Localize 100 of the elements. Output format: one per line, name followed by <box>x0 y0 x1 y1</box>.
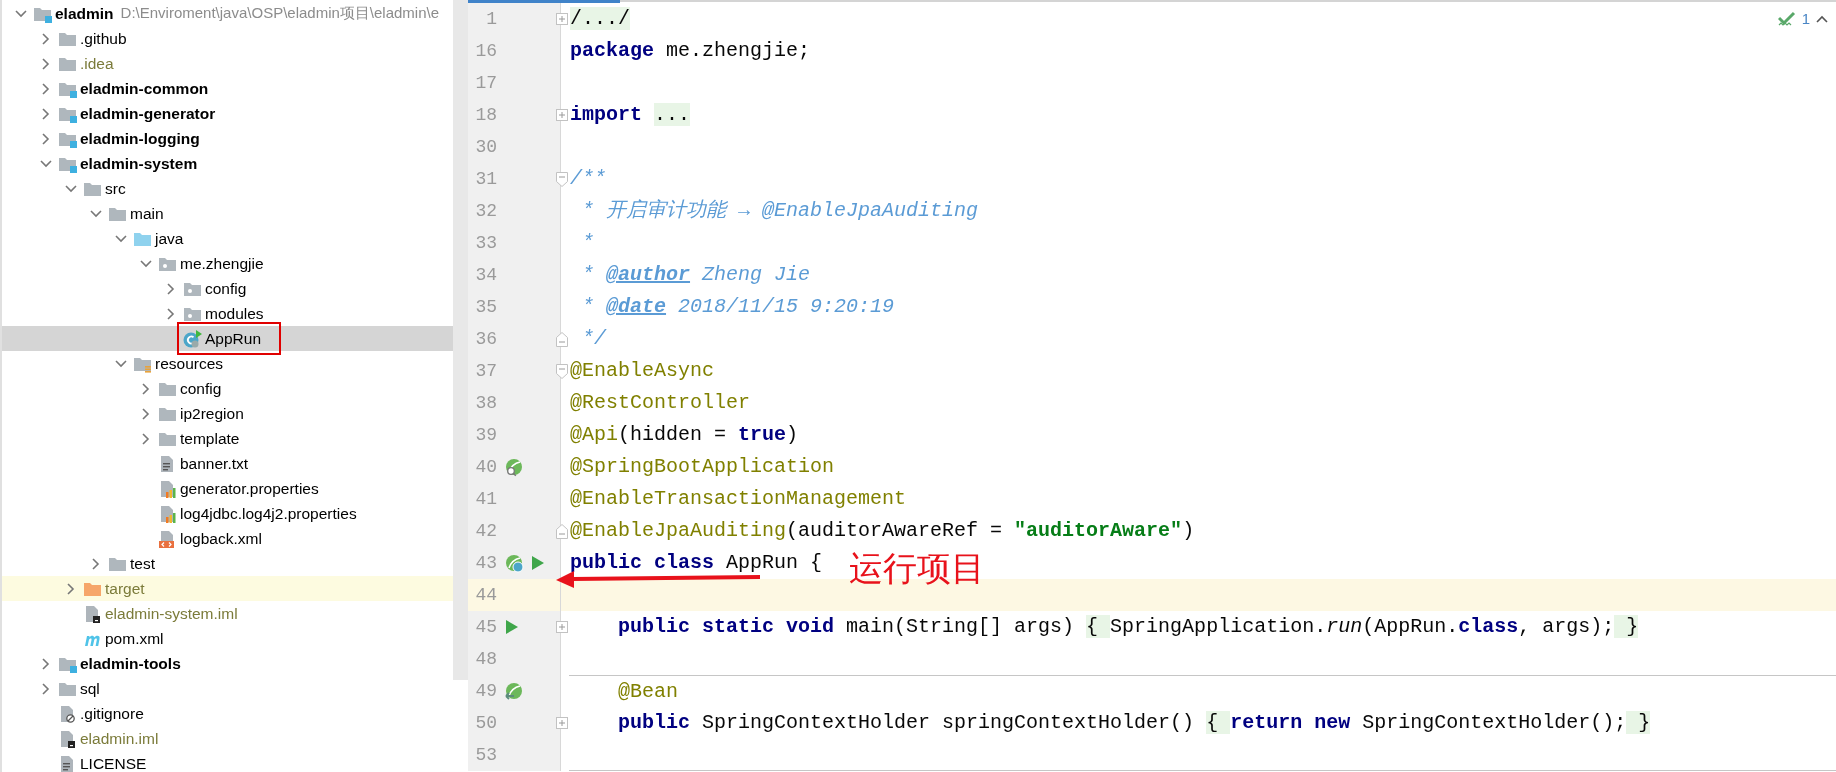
ignore-file-icon <box>58 704 77 723</box>
tree-item[interactable]: modules <box>2 301 453 326</box>
line-number: 44 <box>474 583 497 607</box>
tree-item[interactable]: eladmin.iml <box>2 726 453 751</box>
line-number: 36 <box>474 327 497 351</box>
chevron-down-icon[interactable] <box>114 234 127 243</box>
code-line: @SpringBootApplication <box>570 454 835 480</box>
line-number: 32 <box>474 199 497 223</box>
code-line: import ... <box>570 102 691 128</box>
tree-item[interactable]: java <box>2 226 453 251</box>
line-number: 48 <box>474 647 497 671</box>
line-number: 49 <box>474 679 497 703</box>
line-number: 35 <box>474 295 497 319</box>
chevron-right-icon[interactable] <box>41 57 50 70</box>
line-number: 40 <box>474 455 497 479</box>
line-number: 39 <box>474 423 497 447</box>
tree-item[interactable]: target <box>2 576 453 601</box>
tree-item[interactable]: resources <box>2 351 453 376</box>
properties-file-icon <box>158 504 177 523</box>
line-number: 31 <box>474 167 497 191</box>
chevron-right-icon[interactable] <box>141 382 150 395</box>
line-number: 41 <box>474 487 497 511</box>
line-number: 30 <box>474 135 497 159</box>
line-number: 16 <box>474 39 497 63</box>
tree-item[interactable]: generator.properties <box>2 476 453 501</box>
tree-item[interactable]: eladmin-generator <box>2 101 453 126</box>
line-number: 34 <box>474 263 497 287</box>
chevron-right-icon[interactable] <box>66 582 75 595</box>
tree-item[interactable]: template <box>2 426 453 451</box>
line-number: 38 <box>474 391 497 415</box>
chevron-right-icon[interactable] <box>41 682 50 695</box>
chevron-right-icon[interactable] <box>91 557 100 570</box>
line-number: 17 <box>474 71 497 95</box>
tree-item[interactable]: ip2region <box>2 401 453 426</box>
code-line: public static void main(String[] args) { SpringApplication.run(AppRun.class, args); } <box>617 614 1639 640</box>
tree-item[interactable]: eladmin-system <box>2 151 453 176</box>
code-line: @EnableAsync <box>570 358 715 384</box>
chevron-right-icon[interactable] <box>141 407 150 420</box>
chevron-down-icon[interactable] <box>89 209 102 218</box>
tree-item[interactable]: .idea <box>2 51 453 76</box>
scrollbar[interactable] <box>453 0 468 680</box>
code-line: public class AppRun { <box>570 550 823 576</box>
chevron-right-icon[interactable] <box>166 307 175 320</box>
chevron-down-icon[interactable] <box>64 184 77 193</box>
inspection-count[interactable]: 1 <box>1801 8 1810 31</box>
chevron-right-icon[interactable] <box>41 107 50 120</box>
tree-item[interactable]: eladmin-logging <box>2 126 453 151</box>
tree-item[interactable]: pom.xml <box>2 626 453 651</box>
code-line: * 开启审计功能 → @EnableJpaAuditing <box>581 198 979 224</box>
code-line: @Api(hidden = true) <box>570 422 799 448</box>
tree-item[interactable]: config <box>2 276 453 301</box>
tree-item[interactable]: src <box>2 176 453 201</box>
tree-item[interactable]: main <box>2 201 453 226</box>
module-file-icon <box>58 729 77 748</box>
code-line: @EnableJpaAuditing(auditorAwareRef = "auditorAware") <box>570 518 1195 544</box>
xml-file-icon <box>158 529 177 548</box>
chevron-down-icon[interactable] <box>14 9 27 18</box>
line-number: 18 <box>474 103 497 127</box>
check-icon[interactable] <box>1777 11 1796 28</box>
tree-item[interactable]: sql <box>2 676 453 701</box>
tree-item[interactable]: eladmin-common <box>2 76 453 101</box>
tree-item[interactable]: log4jdbc.log4j2.properties <box>2 501 453 526</box>
project-path: D:\Enviroment\java\OSP\eladmin项目\eladmin\e <box>120 3 440 24</box>
chevron-right-icon[interactable] <box>41 32 50 45</box>
line-number: 43 <box>474 551 497 575</box>
class-icon <box>183 329 202 348</box>
tree-item[interactable]: LICENSE <box>2 751 453 772</box>
tree-item[interactable]: eladmin-tools <box>2 651 453 676</box>
run-icon[interactable] <box>531 555 545 571</box>
code-line: @RestController <box>570 390 751 416</box>
properties-file-icon <box>158 479 177 498</box>
tree-item[interactable]: banner.txt <box>2 451 453 476</box>
tree-item[interactable]: .gitignore <box>2 701 453 726</box>
chevron-right-icon[interactable] <box>166 282 175 295</box>
line-number: 1 <box>485 7 497 31</box>
leaf-icon[interactable] <box>505 553 525 573</box>
code-line: public SpringContextHolder springContextHolder() { return new SpringContextHolder(); } <box>617 710 1651 736</box>
tree-item[interactable]: eladmin D:\Enviroment\java\OSP\eladmin项目\eladmin\e <box>2 1 453 26</box>
tree-item[interactable]: me.zhengjie <box>2 251 453 276</box>
code-line: * @date 2018/11/15 9:20:19 <box>581 294 895 320</box>
chevron-right-icon[interactable] <box>141 432 150 445</box>
tree-item[interactable]: .github <box>2 26 453 51</box>
chevron-right-icon[interactable] <box>41 132 50 145</box>
run-icon[interactable] <box>505 619 519 635</box>
code-line: * <box>581 230 594 256</box>
tree-item[interactable]: logback.xml <box>2 526 453 551</box>
tree-item[interactable]: config <box>2 376 453 401</box>
tree-item[interactable]: eladmin-system.iml <box>2 601 453 626</box>
chevron-down-icon[interactable] <box>114 359 127 368</box>
line-number: 33 <box>474 231 497 255</box>
code-line: @Bean <box>617 678 679 705</box>
code-line: * @author Zheng Jie <box>581 262 811 288</box>
leaf-icon[interactable] <box>505 457 525 477</box>
caret-up-icon[interactable] <box>1816 15 1828 24</box>
chevron-down-icon[interactable] <box>39 159 52 168</box>
chevron-right-icon[interactable] <box>41 657 50 670</box>
leaf-icon[interactable] <box>505 681 525 701</box>
tree-item[interactable]: test <box>2 551 453 576</box>
chevron-down-icon[interactable] <box>139 259 152 268</box>
chevron-right-icon[interactable] <box>41 82 50 95</box>
